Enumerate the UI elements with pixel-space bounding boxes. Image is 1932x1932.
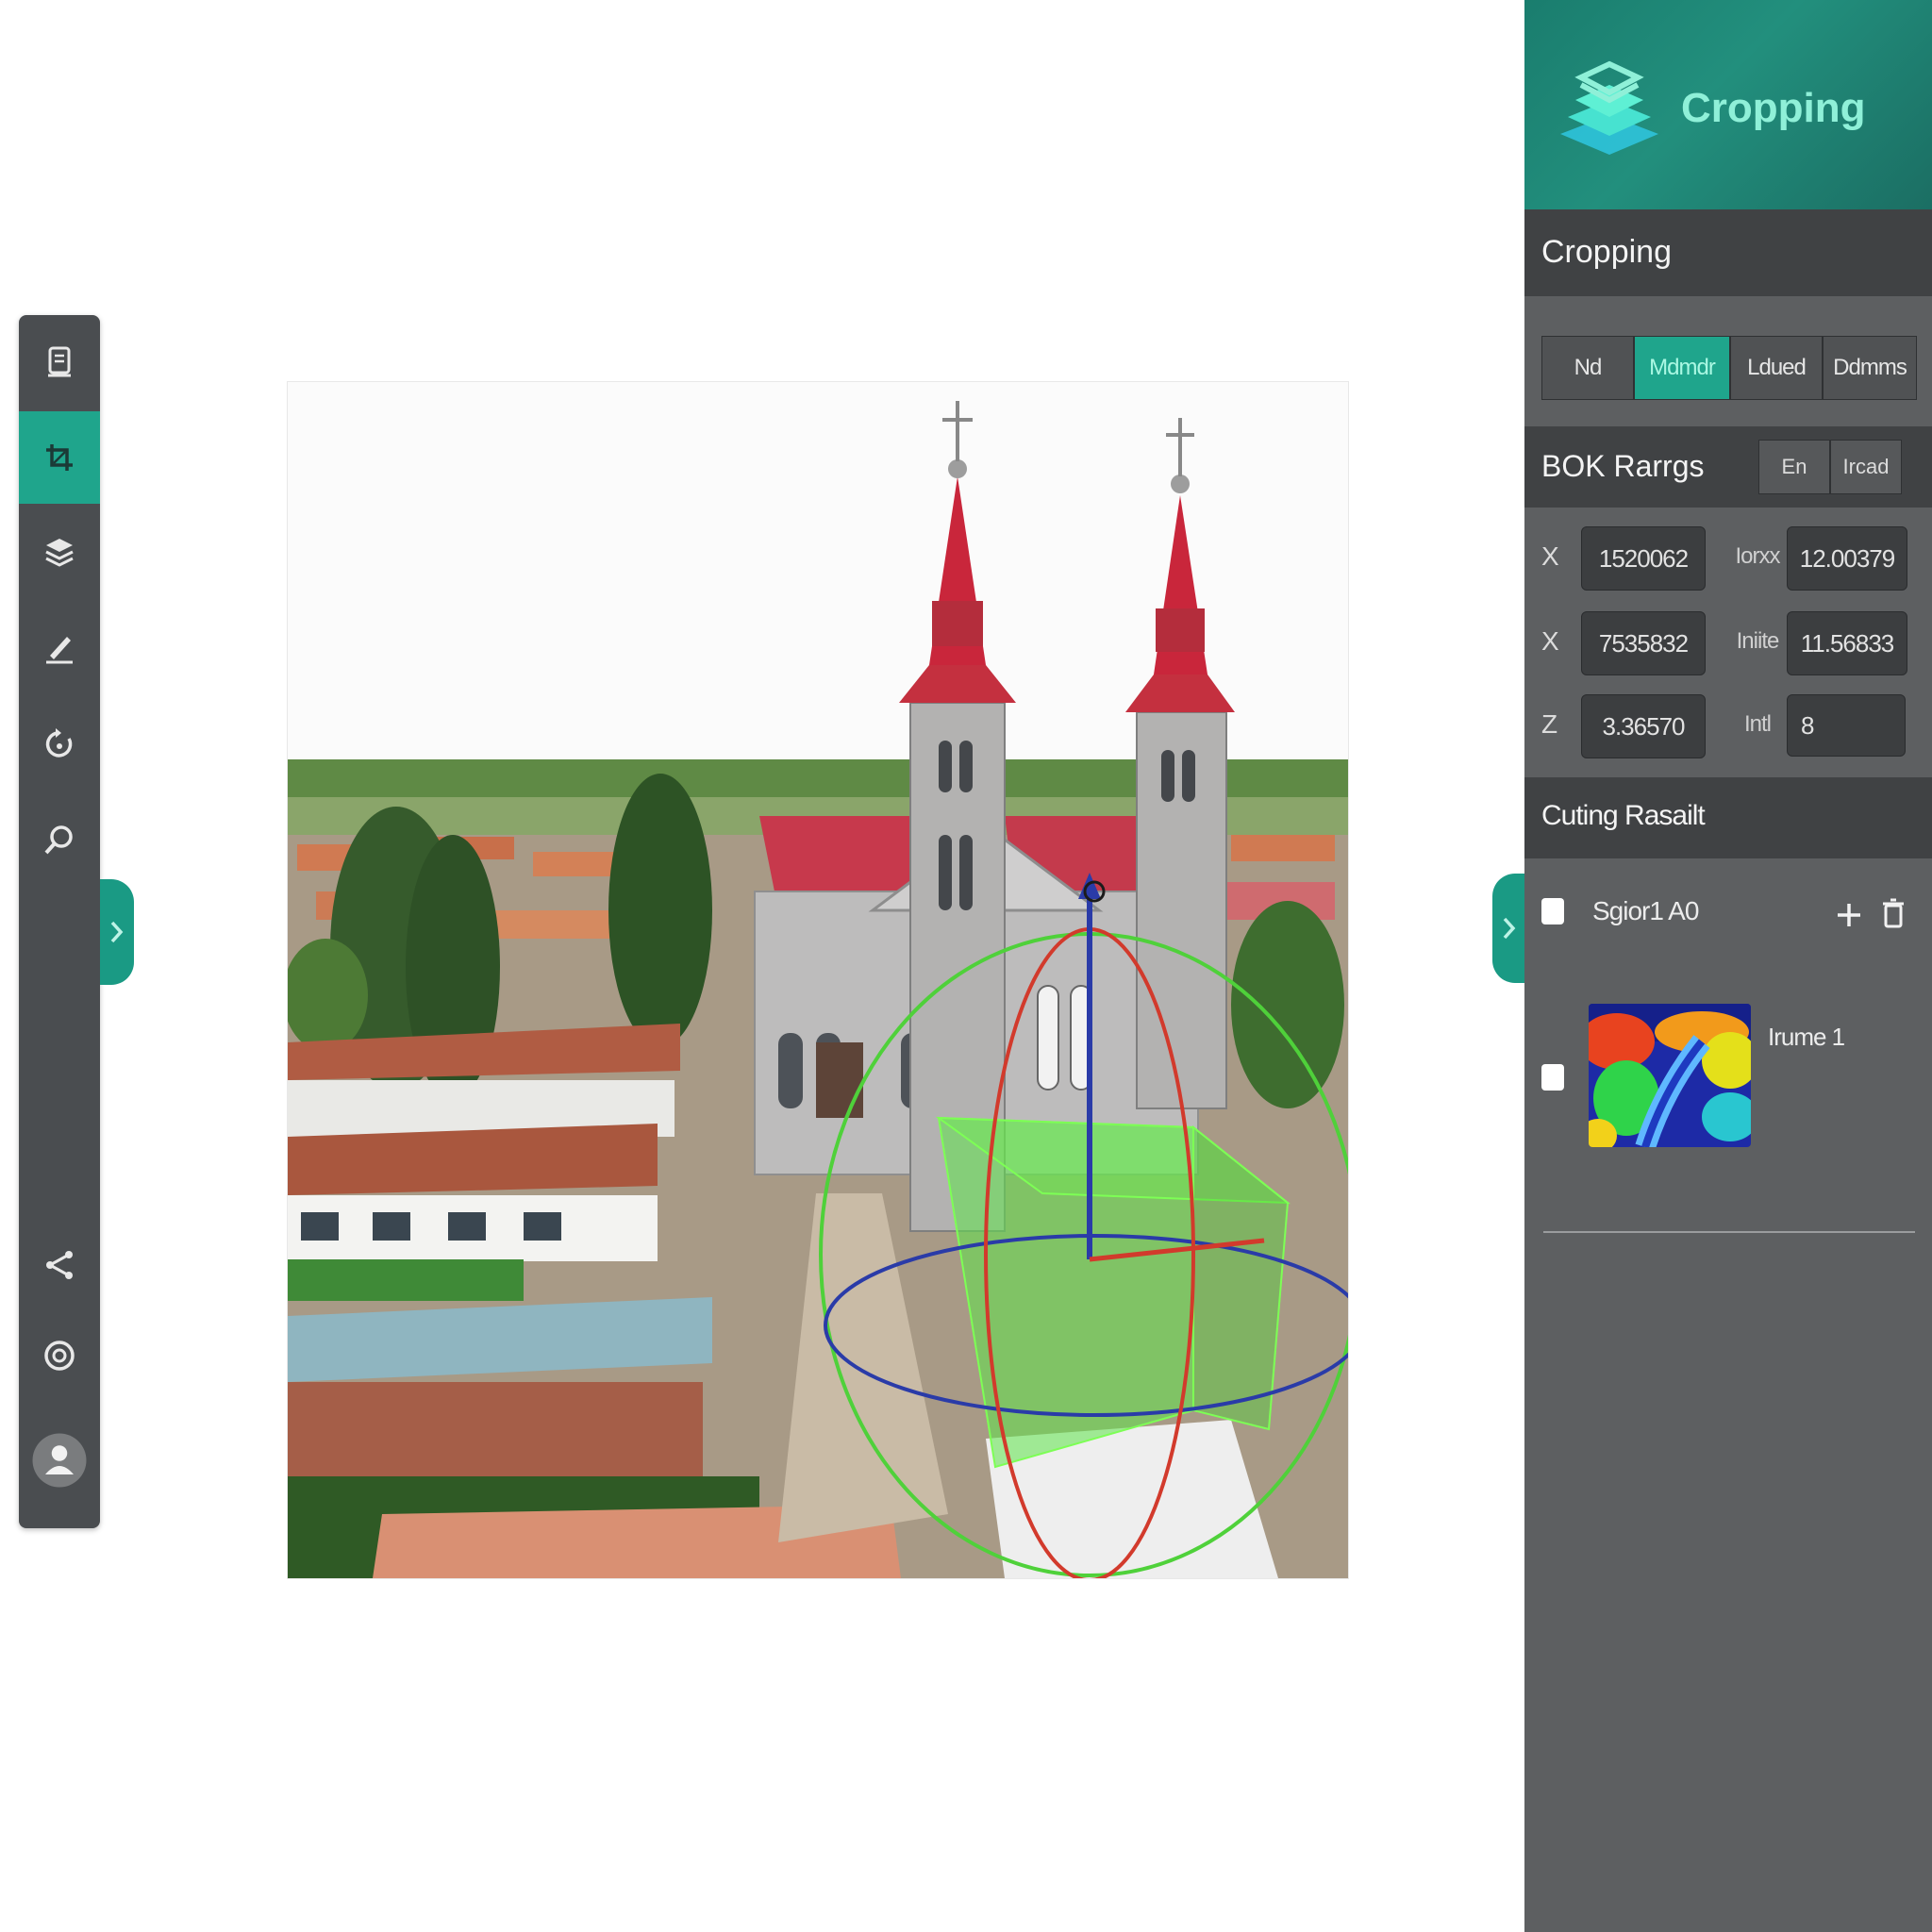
- tool-measure[interactable]: [19, 602, 100, 694]
- result-item-2-label: Irume 1: [1768, 1023, 1845, 1051]
- cutting-result-bar: Cuting Rasailt: [1524, 777, 1932, 858]
- user-avatar-icon: [32, 1433, 87, 1488]
- search-icon: [44, 825, 73, 855]
- mode-button-3[interactable]: Ldued: [1730, 336, 1823, 400]
- rotate-icon: [45, 728, 73, 758]
- result-item-2-thumbnail[interactable]: [1589, 1004, 1751, 1147]
- box-range-button-2[interactable]: Ircad: [1830, 440, 1902, 494]
- tool-settings[interactable]: [19, 1309, 100, 1402]
- panel-header-title: Cropping: [1681, 85, 1866, 131]
- range-label-3: Intl: [1743, 711, 1772, 737]
- layers-icon: [45, 539, 74, 567]
- settings-icon: [44, 1341, 75, 1371]
- box-range-title: BOK Rarrgs: [1541, 449, 1705, 483]
- cutting-result-title: Cuting Rasailt: [1541, 800, 1706, 831]
- tool-rotate[interactable]: [19, 698, 100, 791]
- range-field-3a[interactable]: 3.36570: [1581, 694, 1706, 758]
- right-panel: Cropping Cropping Nd Mdmdr Ldued Ddmms B…: [1524, 0, 1932, 1932]
- layers-logo-icon: [1560, 60, 1658, 155]
- tool-user[interactable]: [19, 1417, 100, 1504]
- cropping-section-bar: Cropping: [1524, 209, 1932, 296]
- chevron-right-icon: [1503, 917, 1516, 940]
- range-field-2b[interactable]: 11.56833: [1787, 611, 1907, 675]
- box-range-button-1[interactable]: En: [1758, 440, 1830, 494]
- collapse-left-toggle[interactable]: [100, 879, 134, 985]
- tool-document[interactable]: [19, 315, 100, 408]
- mode-button-2[interactable]: Mdmdr: [1634, 336, 1730, 400]
- share-icon: [46, 1251, 73, 1279]
- trash-icon[interactable]: [1881, 898, 1906, 930]
- document-icon: [48, 346, 71, 377]
- result-item-1-label: Sgior1 A0: [1592, 896, 1699, 925]
- pointcloud-thumbnail: [1589, 1004, 1751, 1147]
- range-field-3b[interactable]: 8: [1787, 694, 1906, 757]
- add-icon[interactable]: [1836, 900, 1862, 930]
- results-divider: [1543, 1231, 1915, 1233]
- range-field-1a[interactable]: 1520062: [1581, 526, 1706, 591]
- mode-button-4[interactable]: Ddmms: [1823, 336, 1917, 400]
- result-item-2-checkbox[interactable]: [1541, 1064, 1564, 1091]
- result-item-1-checkbox[interactable]: [1541, 898, 1564, 924]
- cropping-section-title: Cropping: [1541, 234, 1672, 270]
- axis-label-1: X: [1541, 541, 1559, 571]
- tool-share[interactable]: [19, 1219, 100, 1311]
- range-field-2a[interactable]: 7535832: [1581, 611, 1706, 675]
- measure-icon: [46, 637, 73, 664]
- range-label-1: Iorxx: [1735, 543, 1780, 569]
- panel-header: Cropping: [1524, 0, 1932, 209]
- scene-viewport[interactable]: [287, 381, 1349, 1579]
- tool-search[interactable]: [19, 794, 100, 887]
- range-field-1b[interactable]: 12.00379: [1787, 526, 1907, 591]
- axis-label-2: X: [1541, 626, 1559, 656]
- crop-icon: [46, 444, 73, 471]
- range-label-2: Iniite: [1736, 628, 1780, 654]
- axis-label-3: Z: [1541, 709, 1558, 739]
- chevron-right-icon: [110, 921, 124, 943]
- mode-button-1[interactable]: Nd: [1541, 336, 1634, 400]
- tool-crop[interactable]: [19, 411, 100, 504]
- tool-layers[interactable]: [19, 506, 100, 598]
- left-toolbar: [19, 315, 100, 1528]
- church-scene: [288, 382, 1348, 1578]
- collapse-right-toggle[interactable]: [1492, 874, 1524, 983]
